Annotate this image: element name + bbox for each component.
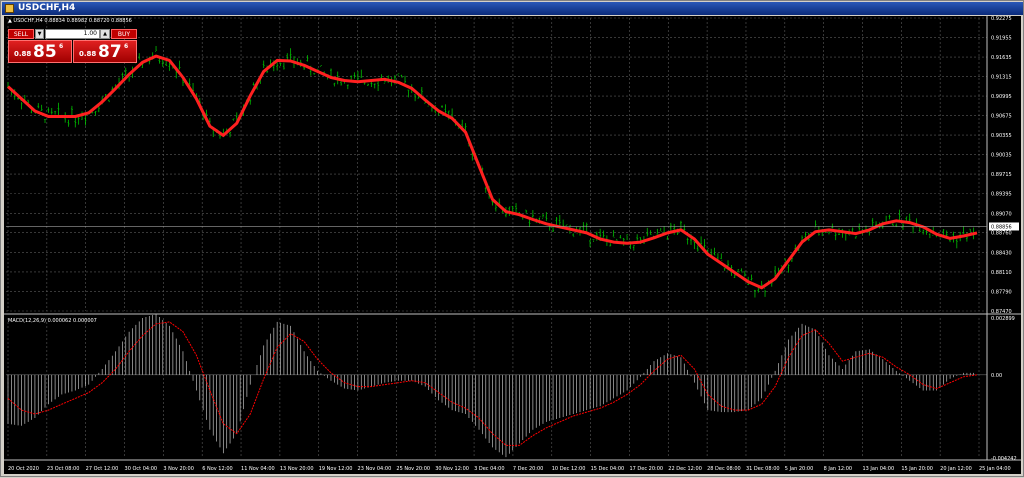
- buy-price-big: 87: [98, 42, 122, 62]
- chart-window: USDCHF,H4 0.92275 0.91955 0.91635 0.91315 0.…: [0, 0, 1024, 477]
- chart-area[interactable]: 0.92275 0.91955 0.91635 0.91315 0.90995 0.906…: [4, 16, 1022, 474]
- price-tick-label: 0.90675: [991, 114, 1012, 120]
- sell-price-fraction: 6: [59, 43, 64, 50]
- price-tick-label: 0.89070: [991, 211, 1012, 217]
- price-tick-label: 0.89395: [991, 192, 1012, 198]
- time-tick-label: 23 Oct 08:00: [47, 466, 80, 472]
- sell-button[interactable]: SELL: [8, 29, 34, 39]
- price-tick-label: 0.91955: [991, 36, 1012, 42]
- macd-tick-label: 0.002899: [991, 316, 1015, 322]
- time-tick-label: 23 Nov 04:00: [358, 466, 392, 472]
- price-tick-label: 0.90995: [991, 94, 1012, 100]
- sell-price-button[interactable]: 0.88 85 6: [8, 40, 72, 63]
- time-tick-label: 13 Jan 04:00: [862, 466, 894, 472]
- time-tick-label: 30 Oct 04:00: [125, 466, 158, 472]
- time-tick-label: 19 Nov 12:00: [319, 466, 353, 472]
- time-tick-label: 17 Dec 20:00: [629, 466, 663, 472]
- window-title: USDCHF,H4: [18, 3, 76, 13]
- chart-header-text: ▲ USDCHF,H4 0.88834 0.88982 0.88720 0.88…: [8, 18, 132, 24]
- price-tick-label: 0.90355: [991, 133, 1012, 139]
- price-tick-label: 0.88110: [991, 270, 1012, 276]
- price-tick-label: 0.92275: [991, 16, 1012, 22]
- time-tick-label: 3 Dec 04:00: [474, 466, 504, 472]
- price-tick-label: 0.91315: [991, 75, 1012, 81]
- time-tick-label: 3 Nov 20:00: [163, 466, 194, 472]
- current-price-label: 0.88856: [991, 224, 1012, 230]
- price-tick-label: 0.89715: [991, 172, 1012, 178]
- macd-tick-label: 0.00: [991, 373, 1002, 379]
- time-tick-label: 15 Jan 20:00: [901, 466, 933, 472]
- time-tick-label: 20 Oct 2020: [8, 466, 39, 472]
- window-titlebar[interactable]: USDCHF,H4: [2, 2, 1023, 15]
- buy-price-prefix: 0.88: [79, 50, 97, 58]
- price-chart-svg[interactable]: 0.92275 0.91955 0.91635 0.91315 0.90995 0.906…: [4, 16, 1022, 474]
- time-tick-label: 28 Dec 08:00: [707, 466, 741, 472]
- time-tick-label: 22 Dec 12:00: [668, 466, 702, 472]
- lot-size-input[interactable]: 1.00: [45, 29, 100, 39]
- time-tick-label: 31 Dec 08:00: [746, 466, 780, 472]
- time-tick-label: 25 Nov 20:00: [396, 466, 430, 472]
- grid-lines: [6, 17, 987, 458]
- buy-price-button[interactable]: 0.88 87 6: [73, 40, 137, 63]
- macd-histogram: [7, 314, 974, 458]
- one-click-trading-panel: SELL ▼ 1.00 ▲ BUY 0.88 85 6 0.88 87 6: [8, 29, 137, 63]
- sell-price-prefix: 0.88: [14, 50, 32, 58]
- price-tick-label: 0.88760: [991, 230, 1012, 236]
- price-tick-label: 0.91635: [991, 55, 1012, 61]
- time-tick-label: 7 Dec 20:00: [513, 466, 543, 472]
- lot-dropdown-button[interactable]: ▼: [35, 29, 44, 39]
- chart-window-icon: [5, 4, 14, 13]
- time-tick-label: 11 Nov 04:00: [241, 466, 275, 472]
- time-tick-label: 10 Dec 12:00: [552, 466, 586, 472]
- macd-tick-label: -0.004242: [991, 456, 1017, 462]
- time-tick-label: 25 Jan 04:00: [979, 466, 1011, 472]
- time-tick-label: 30 Nov 12:00: [435, 466, 469, 472]
- price-tick-label: 0.87790: [991, 289, 1012, 295]
- time-tick-label: 27 Oct 12:00: [86, 466, 119, 472]
- buy-price-fraction: 6: [124, 43, 129, 50]
- time-tick-label: 15 Dec 04:00: [591, 466, 625, 472]
- price-tick-label: 0.90035: [991, 153, 1012, 159]
- time-tick-label: 5 Jan 20:00: [785, 466, 813, 472]
- candles: [7, 45, 975, 298]
- sell-price-big: 85: [33, 42, 57, 62]
- time-tick-label: 13 Nov 20:00: [280, 466, 314, 472]
- time-tick-label: 8 Jan 12:00: [824, 466, 852, 472]
- time-tick-label: 6 Nov 12:00: [202, 466, 233, 472]
- moving-average-line: [6, 54, 978, 290]
- macd-header-text: MACD(12,26,9) 0.000062 0.000007: [8, 318, 97, 324]
- buy-button[interactable]: BUY: [111, 29, 137, 39]
- lot-spinner[interactable]: ▲: [100, 29, 110, 39]
- time-tick-label: 20 Jan 12:00: [940, 466, 972, 472]
- price-tick-label: 0.87470: [991, 309, 1012, 315]
- right-edge: [1021, 16, 1023, 474]
- price-tick-label: 0.88430: [991, 250, 1012, 256]
